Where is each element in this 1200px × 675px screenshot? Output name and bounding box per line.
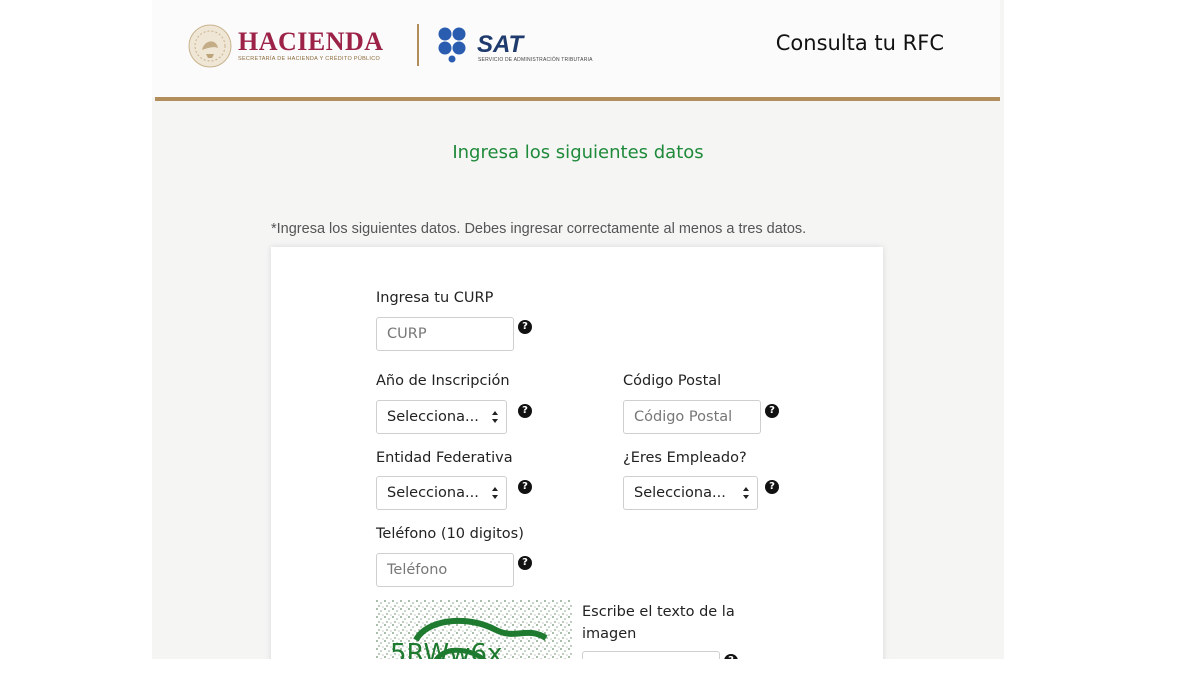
eres-empleado-help-icon[interactable]: ? xyxy=(765,480,779,494)
entidad-federativa-label: Entidad Federativa xyxy=(376,450,513,466)
page-title: Consulta tu RFC xyxy=(775,31,944,55)
national-seal-icon xyxy=(188,24,232,68)
captcha-input[interactable] xyxy=(582,651,720,659)
select-caret-icon xyxy=(743,487,749,499)
select-caret-icon xyxy=(492,411,498,423)
hacienda-logo-subtitle: SECRETARÍA DE HACIENDA Y CRÉDITO PÚBLICO xyxy=(238,56,381,62)
eres-empleado-select[interactable]: Selecciona... xyxy=(623,476,758,510)
telefono-help-icon[interactable]: ? xyxy=(518,556,532,570)
entidad-federativa-help-icon[interactable]: ? xyxy=(518,480,532,494)
eres-empleado-selected: Selecciona... xyxy=(634,485,726,501)
captcha-image: 5RWw6x xyxy=(376,600,572,659)
telefono-input[interactable] xyxy=(376,553,514,587)
codigo-postal-label: Código Postal xyxy=(623,373,722,389)
curp-help-icon[interactable]: ? xyxy=(518,320,532,334)
anio-inscripcion-label: Año de Inscripción xyxy=(376,373,510,389)
header-divider xyxy=(155,97,1000,101)
sat-logo-subtitle: SERVICIO DE ADMINISTRACIÓN TRIBUTARIA xyxy=(478,57,593,63)
eres-empleado-label: ¿Eres Empleado? xyxy=(623,450,747,466)
curp-label: Ingresa tu CURP xyxy=(376,290,494,306)
site-header: HACIENDA SECRETARÍA DE HACIENDA Y CRÉDIT… xyxy=(152,0,1000,97)
codigo-postal-input[interactable] xyxy=(623,400,761,434)
page: HACIENDA SECRETARÍA DE HACIENDA Y CRÉDIT… xyxy=(152,0,1004,659)
entidad-federativa-selected: Selecciona... xyxy=(387,485,479,501)
anio-inscripcion-select[interactable]: Selecciona... xyxy=(376,400,507,434)
captcha-label: Escribe el texto de la imagen xyxy=(582,604,735,642)
telefono-label: Teléfono (10 digitos) xyxy=(376,526,524,542)
sat-logo-text: SAT xyxy=(477,31,524,58)
section-heading: Ingresa los siguientes datos xyxy=(452,142,704,163)
form-card: Ingresa tu CURP ? Año de Inscripción Sel… xyxy=(271,247,883,659)
hacienda-logo-text: HACIENDA xyxy=(238,27,384,56)
curp-input[interactable] xyxy=(376,317,514,351)
anio-inscripcion-help-icon[interactable]: ? xyxy=(518,404,532,418)
select-caret-icon xyxy=(492,487,498,499)
logo-divider xyxy=(417,24,419,66)
captcha-text: 5RWw6x xyxy=(390,639,502,659)
captcha-help-icon[interactable]: ? xyxy=(724,654,738,659)
sat-logo-icon xyxy=(438,27,466,63)
form-instructions: *Ingresa los siguientes datos. Debes ing… xyxy=(271,221,807,237)
entidad-federativa-select[interactable]: Selecciona... xyxy=(376,476,507,510)
anio-inscripcion-selected: Selecciona... xyxy=(387,409,479,425)
codigo-postal-help-icon[interactable]: ? xyxy=(765,404,779,418)
